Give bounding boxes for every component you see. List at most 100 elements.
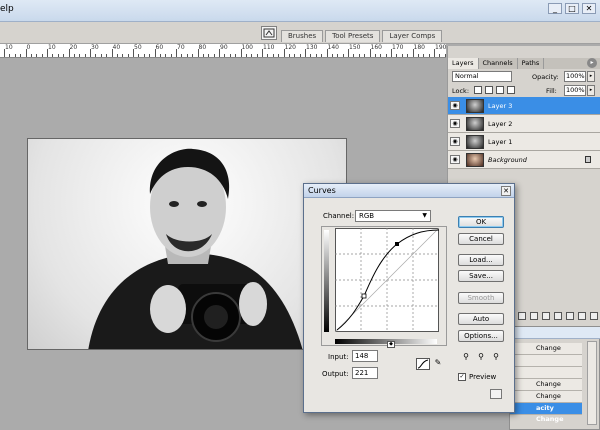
- ruler-minor-tick: [84, 54, 86, 57]
- visibility-eye-icon[interactable]: ◉: [450, 119, 460, 128]
- ruler-label: 150: [349, 44, 361, 51]
- ruler-minor-tick: [170, 54, 172, 57]
- ruler-major-tick: [197, 49, 199, 57]
- visibility-eye-icon[interactable]: ◉: [450, 137, 460, 146]
- gray-eyedropper-icon[interactable]: ⚲: [476, 352, 486, 362]
- visibility-eye-icon[interactable]: ◉: [450, 155, 460, 164]
- ruler-minor-tick: [122, 54, 124, 57]
- layer-mask-icon[interactable]: [542, 312, 550, 320]
- history-item[interactable]: Change: [510, 379, 582, 391]
- tab-channels[interactable]: Channels: [479, 58, 518, 69]
- fill-spin-icon[interactable]: ▸: [587, 85, 595, 96]
- minimize-button[interactable]: _: [548, 3, 562, 14]
- ruler-minor-tick: [401, 54, 403, 57]
- opacity-spin-icon[interactable]: ▸: [587, 71, 595, 82]
- cancel-button[interactable]: Cancel: [458, 233, 504, 245]
- ruler-minor-tick: [417, 54, 419, 57]
- tab-layer-comps[interactable]: Layer Comps: [382, 30, 443, 42]
- layer-row-layer-2[interactable]: ◉ Layer 2: [448, 115, 600, 133]
- input-field[interactable]: 148: [352, 350, 378, 362]
- history-item-selected[interactable]: acity Change: [510, 403, 582, 423]
- ruler-minor-tick: [192, 54, 194, 57]
- options-button[interactable]: Options...: [458, 330, 504, 342]
- load-button[interactable]: Load...: [458, 254, 504, 266]
- layer-row-layer-3[interactable]: ◉ Layer 3: [448, 97, 600, 115]
- lock-transparent-icon[interactable]: [474, 86, 482, 94]
- ruler-label: 160: [370, 44, 382, 51]
- ruler-minor-tick: [380, 54, 382, 57]
- layer-row-layer-1[interactable]: ◉ Layer 1: [448, 133, 600, 151]
- dialog-title-bar[interactable]: Curves ✕: [304, 184, 514, 198]
- tab-brushes[interactable]: Brushes: [281, 30, 324, 42]
- ruler-label: 120: [284, 44, 296, 51]
- black-eyedropper-icon[interactable]: ⚲: [461, 352, 471, 362]
- close-icon[interactable]: ✕: [501, 186, 511, 196]
- document-photo[interactable]: [27, 138, 347, 350]
- gradient-slider-icon[interactable]: ◆: [387, 341, 395, 348]
- help-menu[interactable]: elp: [0, 4, 14, 14]
- horizontal-ruler: 10 0 10 20 30 40 50 60 70 80 90 100 110 120 130 140 150 1…: [0, 44, 452, 58]
- close-app-button[interactable]: ✕: [582, 3, 596, 14]
- layer-style-icon[interactable]: [530, 312, 538, 320]
- adjustment-layer-icon[interactable]: [554, 312, 562, 320]
- history-item[interactable]: Change: [510, 391, 582, 403]
- lock-position-icon[interactable]: [496, 86, 504, 94]
- restore-button[interactable]: □: [565, 3, 579, 14]
- input-label: Input:: [328, 353, 349, 361]
- chevron-down-icon: ▼: [422, 212, 427, 219]
- ruler-minor-tick: [127, 54, 129, 57]
- fill-input[interactable]: 100%: [564, 85, 586, 96]
- blend-mode-select[interactable]: Normal: [452, 71, 512, 82]
- new-layer-icon[interactable]: [578, 312, 586, 320]
- ruler-label: 70: [177, 44, 185, 51]
- palette-well-tabs: Brushes Tool Presets Layer Comps: [281, 30, 444, 42]
- auto-button[interactable]: Auto: [458, 313, 504, 325]
- expand-graph-icon[interactable]: [490, 389, 502, 399]
- ruler-minor-tick: [321, 54, 323, 57]
- visibility-eye-icon[interactable]: ◉: [450, 101, 460, 110]
- ruler-minor-tick: [52, 54, 54, 57]
- opacity-input[interactable]: 100%: [564, 71, 586, 82]
- ruler-major-tick: [305, 49, 306, 57]
- channel-select[interactable]: RGB ▼: [355, 210, 431, 222]
- ruler-major-tick: [4, 49, 5, 57]
- link-layers-icon[interactable]: [518, 312, 526, 320]
- tab-paths[interactable]: Paths: [518, 58, 545, 69]
- history-item[interactable]: [510, 355, 582, 367]
- pencil-icon[interactable]: ✎: [433, 358, 443, 370]
- ruler-minor-tick: [245, 54, 247, 57]
- window-controls: _ □ ✕: [548, 3, 596, 14]
- lock-image-icon[interactable]: [485, 86, 493, 94]
- ruler-major-tick: [90, 49, 91, 57]
- history-item[interactable]: [510, 367, 582, 379]
- ruler-minor-tick: [159, 54, 161, 57]
- trash-icon[interactable]: [590, 312, 598, 320]
- history-item[interactable]: Change: [510, 343, 582, 355]
- layer-row-background[interactable]: ◉ Background: [448, 151, 600, 169]
- curve-tool-icon[interactable]: [416, 358, 430, 370]
- output-field[interactable]: 221: [352, 367, 378, 379]
- smooth-button[interactable]: Smooth: [458, 292, 504, 304]
- ruler-minor-tick: [428, 54, 430, 57]
- ruler-minor-tick: [30, 54, 32, 57]
- save-button[interactable]: Save...: [458, 270, 504, 282]
- preview-checkbox[interactable]: ✓: [458, 373, 466, 381]
- tab-layers[interactable]: Layers: [448, 58, 479, 69]
- lock-all-icon[interactable]: [507, 86, 515, 94]
- white-eyedropper-icon[interactable]: ⚲: [491, 352, 501, 362]
- history-scrollbar[interactable]: [587, 341, 597, 425]
- panel-menu-icon[interactable]: ▸: [587, 58, 597, 68]
- ok-button[interactable]: OK: [458, 216, 504, 228]
- ruler-label: 100: [241, 44, 253, 51]
- ruler-label: 0: [26, 44, 31, 51]
- output-label: Output:: [322, 370, 349, 378]
- ruler-label: 130: [306, 44, 318, 51]
- new-group-icon[interactable]: [566, 312, 574, 320]
- layer-list: ◉ Layer 3 ◉ Layer 2 ◉ Layer 1 ◉ Backgrou…: [448, 97, 600, 169]
- tab-tool-presets[interactable]: Tool Presets: [325, 30, 381, 42]
- ruler-minor-tick: [116, 54, 118, 57]
- palette-well-icon[interactable]: [261, 26, 277, 40]
- curves-dialog: Curves ✕ Channel: RGB ▼ ◆ Input: 148 Out…: [303, 183, 515, 413]
- curve-graph[interactable]: [335, 228, 439, 332]
- ruler-minor-tick: [294, 54, 296, 57]
